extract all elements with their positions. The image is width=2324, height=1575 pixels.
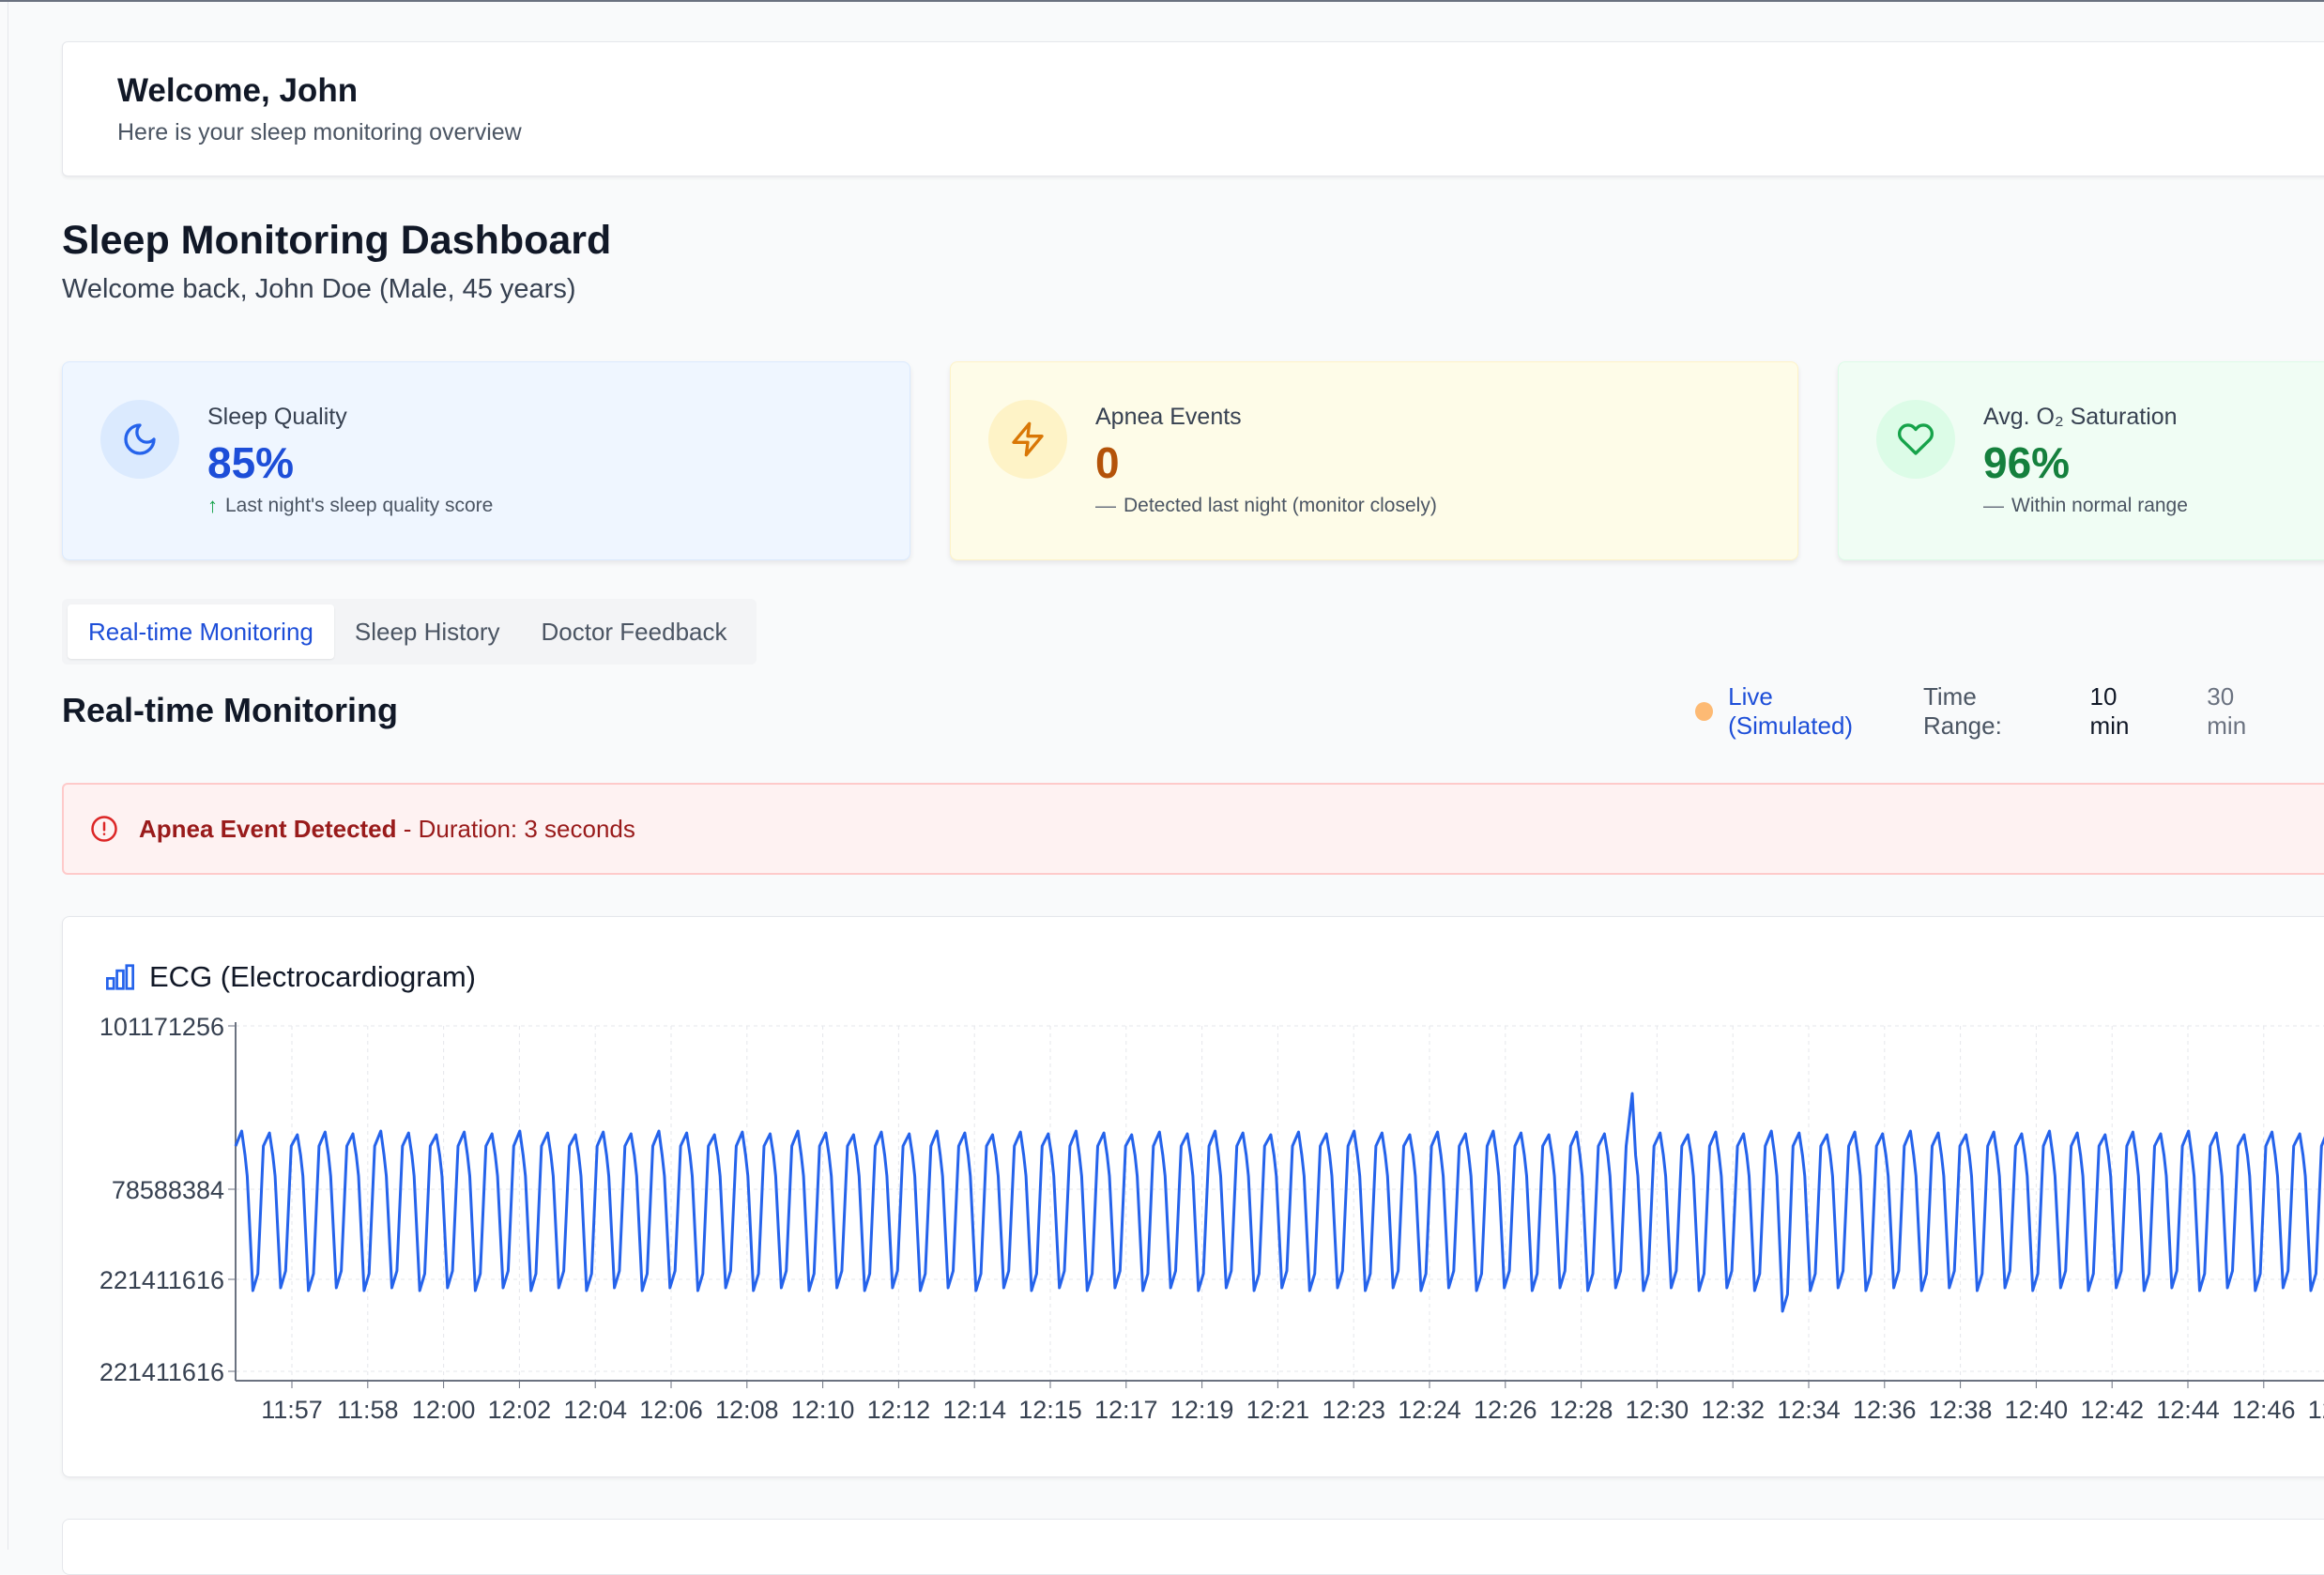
range-30-min-button[interactable]: 30 min bbox=[2207, 682, 2277, 741]
stat-value: 85% bbox=[207, 438, 295, 487]
x-tick-label: 12:34 bbox=[1777, 1396, 1841, 1424]
alert-detail: - Duration: 3 seconds bbox=[396, 814, 635, 843]
x-tick-label: 12:02 bbox=[488, 1396, 552, 1424]
x-axis-ticks: 11:57 11:58 12:00 12:02 12:04 12:06 12:08 12:10… bbox=[261, 1396, 2324, 1424]
x-tick-label: 12:14 bbox=[942, 1396, 1006, 1424]
y-tick-label: 221411616 bbox=[99, 1266, 224, 1294]
x-tick-label: 12:10 bbox=[791, 1396, 855, 1424]
x-tick-label: 12:04 bbox=[563, 1396, 627, 1424]
tab-bar: Real-time Monitoring Sleep History Docto… bbox=[62, 599, 757, 665]
page-title: Sleep Monitoring Dashboard bbox=[62, 218, 612, 263]
tab-sleep-history[interactable]: Sleep History bbox=[334, 604, 521, 659]
chart-title: ECG (Electrocardiogram) bbox=[104, 960, 476, 994]
y-axis-ticks: 101171256 78588384 221411616 221411616 bbox=[99, 1013, 224, 1386]
x-tick-label: 12:30 bbox=[1626, 1396, 1689, 1424]
x-tick-label: 12:00 bbox=[412, 1396, 476, 1424]
x-tick-label: 12:44 bbox=[2156, 1396, 2220, 1424]
tab-doctor-feedback[interactable]: Doctor Feedback bbox=[521, 604, 748, 659]
x-tick-label: 12:36 bbox=[1853, 1396, 1917, 1424]
stat-value: 0 bbox=[1095, 438, 1120, 487]
x-tick-label: 12:06 bbox=[639, 1396, 703, 1424]
tab-real-time-monitoring[interactable]: Real-time Monitoring bbox=[68, 604, 334, 659]
x-tick-label: 12:24 bbox=[1398, 1396, 1461, 1424]
welcome-title: Welcome, John bbox=[117, 72, 359, 109]
welcome-subtitle: Here is your sleep monitoring overview bbox=[117, 119, 522, 145]
live-indicator-dot bbox=[1695, 702, 1714, 721]
x-tick-label: 12:15 bbox=[1018, 1396, 1082, 1424]
time-range-label: Time Range: bbox=[1922, 682, 2002, 740]
top-border bbox=[0, 0, 2324, 2]
x-tick-label: 12:48 bbox=[2308, 1396, 2324, 1424]
section-title: Real-time Monitoring bbox=[62, 691, 398, 729]
stat-card-apnea-events: Apnea Events 0 — Detected last night (mo… bbox=[950, 361, 1798, 560]
monitoring-controls: Live (Simulated) Time Range: 10 min 30 m… bbox=[1695, 682, 2324, 740]
stat-note-text: Detected last night (monitor closely) bbox=[1124, 495, 1437, 516]
stat-card-o2-saturation: Avg. O₂ Saturation 96% — Within normal r… bbox=[1838, 361, 2324, 560]
x-tick-label: 12:12 bbox=[867, 1396, 931, 1424]
alert-circle-icon bbox=[91, 816, 117, 842]
bar-chart-icon bbox=[106, 964, 134, 990]
lightning-icon bbox=[988, 400, 1067, 479]
page-subtitle: Welcome back, John Doe (Male, 45 years) bbox=[62, 274, 576, 304]
ecg-chart: 101171256 78588384 221411616 221411616 11:5… bbox=[99, 1013, 2324, 1424]
x-tick-label: 12:40 bbox=[2005, 1396, 2069, 1424]
chart-title-text: ECG (Electrocardiogram) bbox=[149, 960, 476, 993]
stat-note-text: Within normal range bbox=[2011, 495, 2188, 516]
dash-icon: — bbox=[1095, 494, 1116, 517]
stat-value: 96% bbox=[1983, 438, 2071, 487]
welcome-card: Welcome, John Here is your sleep monitor… bbox=[62, 41, 2324, 176]
x-tick-label: 12:17 bbox=[1094, 1396, 1158, 1424]
stat-note: — Detected last night (monitor closely) bbox=[1095, 494, 1437, 518]
y-tick-label: 101171256 bbox=[99, 1013, 224, 1041]
stat-card-sleep-quality: Sleep Quality 85% ↑ Last night's sleep q… bbox=[62, 361, 910, 560]
x-tick-label: 12:08 bbox=[715, 1396, 779, 1424]
chart-grid bbox=[236, 1025, 2324, 1381]
range-10-min-button[interactable]: 10 min bbox=[2090, 682, 2161, 741]
apnea-alert: Apnea Event Detected - Duration: 3 secon… bbox=[62, 783, 2324, 875]
x-tick-label: 12:32 bbox=[1701, 1396, 1765, 1424]
x-tick-label: 12:19 bbox=[1170, 1396, 1234, 1424]
stat-label: Apnea Events bbox=[1095, 404, 1242, 430]
heart-icon bbox=[1876, 400, 1955, 479]
x-tick-label: 12:26 bbox=[1474, 1396, 1537, 1424]
stat-note-text: Last night's sleep quality score bbox=[225, 495, 494, 516]
moon-icon bbox=[100, 400, 179, 479]
stat-label: Sleep Quality bbox=[207, 404, 347, 430]
ecg-series-line bbox=[234, 1092, 2324, 1313]
chart-axes bbox=[228, 1022, 2324, 1388]
y-tick-label: 221411616 bbox=[99, 1358, 224, 1386]
dash-icon: — bbox=[1983, 494, 2004, 517]
x-tick-label: 12:23 bbox=[1322, 1396, 1385, 1424]
arrow-up-icon: ↑ bbox=[207, 494, 218, 517]
x-tick-label: 12:42 bbox=[2080, 1396, 2144, 1424]
stat-note: — Within normal range bbox=[1983, 494, 2188, 518]
y-tick-label: 78588384 bbox=[112, 1176, 224, 1204]
x-tick-label: 11:58 bbox=[337, 1396, 399, 1424]
x-tick-label: 12:46 bbox=[2232, 1396, 2296, 1424]
x-tick-label: 12:28 bbox=[1550, 1396, 1613, 1424]
next-chart-card bbox=[62, 1519, 2324, 1575]
ecg-chart-card: 101171256 78588384 221411616 221411616 11:5… bbox=[62, 916, 2324, 1477]
live-status: Live (Simulated) bbox=[1728, 682, 1854, 740]
alert-title: Apnea Event Detected bbox=[139, 814, 397, 843]
stat-label: Avg. O₂ Saturation bbox=[1983, 404, 2178, 430]
stat-note: ↑ Last night's sleep quality score bbox=[207, 494, 493, 518]
x-tick-label: 12:21 bbox=[1246, 1396, 1310, 1424]
x-tick-label: 11:57 bbox=[261, 1396, 323, 1424]
x-tick-label: 12:38 bbox=[1929, 1396, 1993, 1424]
